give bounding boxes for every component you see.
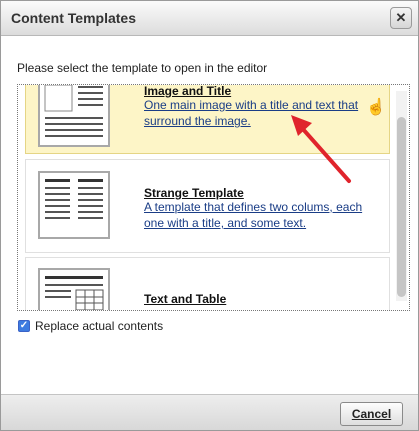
dialog-footer: Cancel bbox=[1, 394, 418, 430]
replace-contents-checkbox[interactable]: ✓ bbox=[18, 320, 30, 332]
template-list-scrollbar[interactable] bbox=[396, 91, 407, 301]
close-icon: ✕ bbox=[395, 10, 407, 25]
replace-contents-label[interactable]: Replace actual contents bbox=[35, 319, 163, 333]
template-list[interactable]: Image and Title One main image with a ti… bbox=[17, 84, 410, 311]
template-item-image-and-title[interactable]: Image and Title One main image with a ti… bbox=[25, 85, 390, 154]
template-description[interactable]: One main image with a title and text tha… bbox=[144, 97, 374, 129]
template-item-text-and-table[interactable]: Text and Table bbox=[25, 257, 390, 310]
cancel-button[interactable]: Cancel bbox=[340, 402, 403, 426]
scrollbar-thumb[interactable] bbox=[397, 117, 406, 297]
dialog-title: Content Templates bbox=[11, 10, 136, 26]
hand-pointer-cursor-icon: ☝ bbox=[366, 99, 386, 116]
template-item-strange-template[interactable]: Strange Template A template that defines… bbox=[25, 159, 390, 253]
checkmark-icon: ✓ bbox=[19, 320, 29, 331]
content-templates-dialog: Content Templates ✕ Please select the te… bbox=[0, 0, 419, 431]
close-button[interactable]: ✕ bbox=[390, 7, 412, 29]
template-description[interactable]: A template that defines two colums, each… bbox=[144, 199, 374, 231]
select-template-prompt: Please select the template to open in th… bbox=[17, 61, 268, 75]
two-columns-thumbnail bbox=[38, 171, 110, 239]
replace-contents-row[interactable]: ✓ Replace actual contents bbox=[18, 319, 163, 333]
text-and-table-thumbnail bbox=[38, 268, 110, 310]
dialog-titlebar[interactable]: Content Templates ✕ bbox=[1, 1, 418, 36]
image-and-title-thumbnail bbox=[38, 85, 110, 147]
template-name[interactable]: Text and Table bbox=[144, 292, 226, 306]
template-name[interactable]: Strange Template bbox=[144, 186, 244, 200]
template-name[interactable]: Image and Title bbox=[144, 85, 231, 98]
